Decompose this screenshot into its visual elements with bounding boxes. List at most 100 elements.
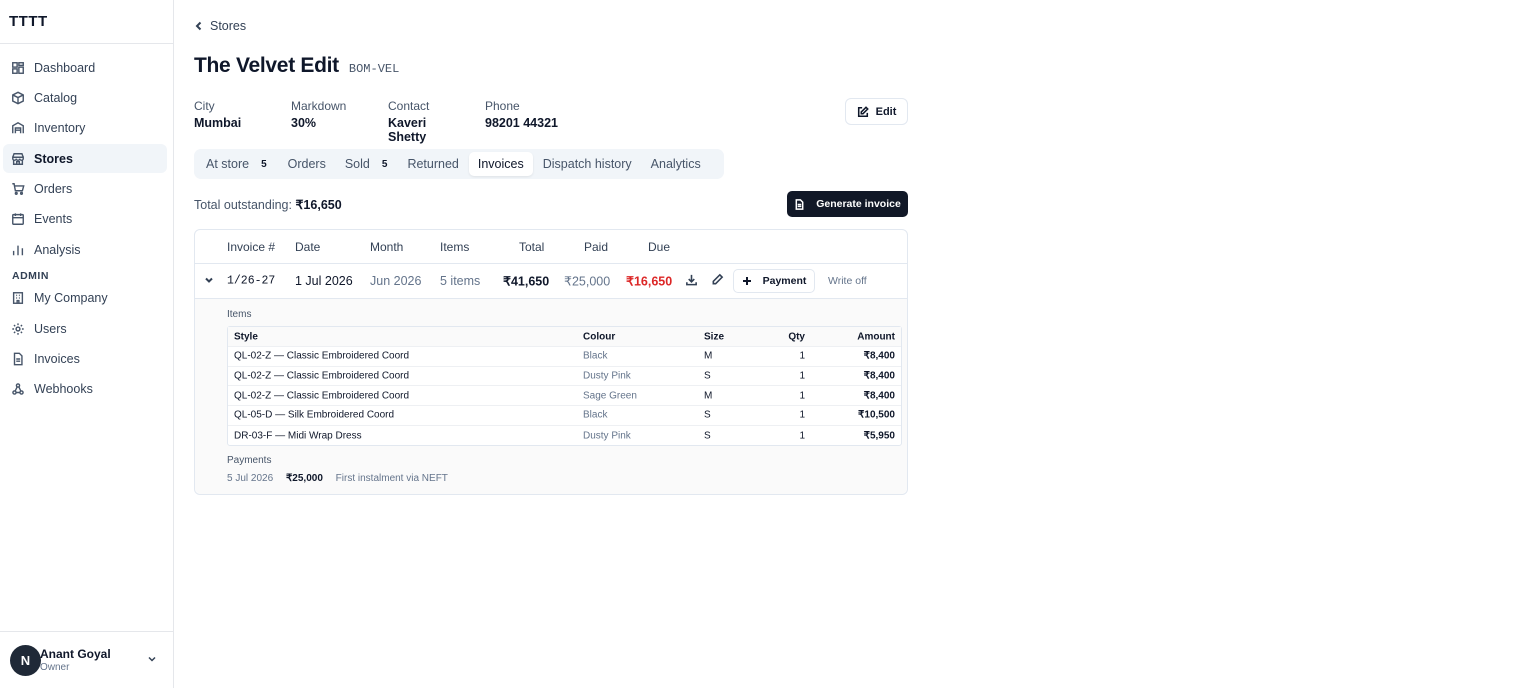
total-outstanding: Total outstanding: ₹16,650 (194, 197, 342, 212)
meta-label: Markdown (291, 99, 347, 113)
generate-invoice-button[interactable]: Generate invoice (787, 191, 908, 217)
sidebar-item-orders[interactable]: Orders (3, 175, 167, 204)
item-amount: ₹5,950 (863, 430, 895, 442)
sidebar-item-label: Analysis (34, 242, 81, 257)
tab-label: Sold (344, 157, 370, 171)
table-row[interactable]: 1/26-27 1 Jul 2026 Jun 2026 5 items ₹41,… (195, 264, 907, 299)
tab-invoices[interactable]: Invoices (468, 152, 533, 176)
file-icon (11, 352, 25, 366)
item-colour: Sage Green (583, 390, 637, 402)
meta-value: 98201 44321 (485, 116, 558, 130)
line-item-row: DR-03-F — Midi Wrap Dress Dusty Pink S 1… (228, 426, 901, 446)
item-qty: 1 (799, 430, 805, 442)
download-button[interactable] (685, 273, 698, 289)
calendar-icon (11, 212, 25, 226)
items-section-label: Items (227, 309, 252, 320)
tab-dispatch-history[interactable]: Dispatch history (534, 152, 641, 176)
generate-invoice-label: Generate invoice (816, 198, 901, 210)
item-qty: 1 (799, 350, 805, 362)
tab-label: Returned (407, 157, 459, 171)
sidebar-item-inventory[interactable]: Inventory (3, 114, 167, 143)
store-icon (11, 152, 25, 166)
payment-button-label: Payment (762, 275, 807, 287)
invoice-date: 1 Jul 2026 (295, 274, 353, 288)
chevron-left-icon (195, 21, 202, 31)
column-header: Style (234, 331, 258, 342)
brand-logo[interactable]: TTTT (0, 0, 173, 44)
column-header: Due (648, 239, 671, 254)
tab-label: At store (206, 157, 250, 171)
download-icon (686, 274, 697, 286)
add-payment-button[interactable]: Payment (733, 269, 815, 293)
payment-date: 5 Jul 2026 (227, 473, 274, 484)
tab-label: Analytics (650, 157, 701, 171)
sidebar-item-events[interactable]: Events (3, 205, 167, 234)
invoice-details: Items Style Colour Size Qty Amount QL-02… (195, 299, 907, 494)
sidebar-item-label: Events (34, 212, 73, 227)
column-header: Invoice # (227, 239, 276, 254)
item-colour: Dusty Pink (583, 430, 631, 442)
item-size: M (704, 390, 713, 402)
meta-contact: Contact Kaveri Shetty (388, 99, 461, 144)
outstanding-value: ₹16,650 (295, 198, 342, 212)
outstanding-label: Total outstanding: (194, 198, 292, 212)
store-meta: City Mumbai Markdown 30% Contact Kaveri … (194, 99, 582, 144)
sidebar-item-label: Invoices (34, 352, 80, 367)
sidebar-item-analysis[interactable]: Analysis (3, 235, 167, 264)
item-style: DR-03-F — Midi Wrap Dress (234, 430, 362, 442)
invoice-paid: ₹25,000 (564, 274, 611, 289)
expand-toggle[interactable] (204, 274, 214, 288)
item-style: QL-05-D — Silk Embroidered Coord (234, 409, 395, 421)
sidebar-item-label: Inventory (34, 121, 86, 136)
item-amount: ₹8,400 (863, 390, 895, 402)
meta-markdown: Markdown 30% (291, 99, 364, 144)
column-header: Total (519, 239, 545, 254)
line-item-row: QL-02-Z — Classic Embroidered Coord Dust… (228, 367, 901, 387)
line-items-header: Style Colour Size Qty Amount (228, 327, 901, 347)
payment-note: First instalment via NEFT (335, 473, 448, 484)
tab-at-store[interactable]: At store 5 (197, 152, 276, 176)
avatar: N (10, 644, 41, 676)
sidebar-item-webhooks[interactable]: Webhooks (3, 375, 167, 404)
gear-icon (11, 322, 25, 336)
page-header: The Velvet Edit BOM-VEL (194, 54, 399, 78)
user-menu[interactable]: N Anant Goyal Owner (0, 631, 173, 688)
building-icon (11, 291, 25, 305)
column-header: Items (440, 239, 470, 254)
tab-label: Orders (287, 157, 326, 171)
edit-invoice-button[interactable] (711, 273, 724, 289)
write-off-button[interactable]: Write off (828, 275, 867, 287)
table-header: Invoice # Date Month Items Total Paid Du… (195, 230, 907, 264)
meta-label: Contact (388, 99, 430, 113)
tab-returned[interactable]: Returned (398, 152, 467, 176)
item-colour: Black (583, 350, 608, 362)
meta-label: City (194, 99, 215, 113)
sidebar-item-label: Catalog (34, 90, 78, 105)
meta-city: City Mumbai (194, 99, 267, 144)
chevron-down-icon (205, 277, 213, 283)
item-style: QL-02-Z — Classic Embroidered Coord (234, 350, 410, 362)
back-link[interactable]: Stores (194, 19, 246, 33)
sidebar-item-label: Users (34, 321, 67, 336)
sidebar-section-admin: ADMIN (12, 269, 49, 282)
sidebar-item-invoices[interactable]: Invoices (3, 345, 167, 374)
sidebar-item-dashboard[interactable]: Dashboard (3, 53, 167, 82)
store-tabs: At store 5 Orders Sold 5 Returned Invoic… (194, 149, 724, 179)
invoice-items-count: 5 items (440, 274, 481, 288)
item-qty: 1 (799, 370, 805, 382)
line-item-row: QL-05-D — Silk Embroidered Coord Black S… (228, 406, 901, 426)
sidebar-item-users[interactable]: Users (3, 314, 167, 343)
tab-orders[interactable]: Orders (279, 152, 335, 176)
meta-value: Kaveri Shetty (388, 116, 427, 144)
edit-button[interactable]: Edit (845, 98, 908, 125)
item-qty: 1 (799, 390, 805, 402)
sidebar-item-my-company[interactable]: My Company (3, 284, 167, 313)
tab-sold[interactable]: Sold 5 (336, 152, 397, 176)
sidebar-item-stores[interactable]: Stores (3, 144, 167, 174)
sidebar-item-label: Dashboard (34, 60, 96, 75)
tab-analytics[interactable]: Analytics (642, 152, 710, 176)
sidebar-item-catalog[interactable]: Catalog (3, 83, 167, 112)
column-header: Amount (857, 331, 895, 342)
chevron-down-icon[interactable] (147, 654, 157, 664)
meta-phone: Phone 98201 44321 (485, 99, 558, 144)
